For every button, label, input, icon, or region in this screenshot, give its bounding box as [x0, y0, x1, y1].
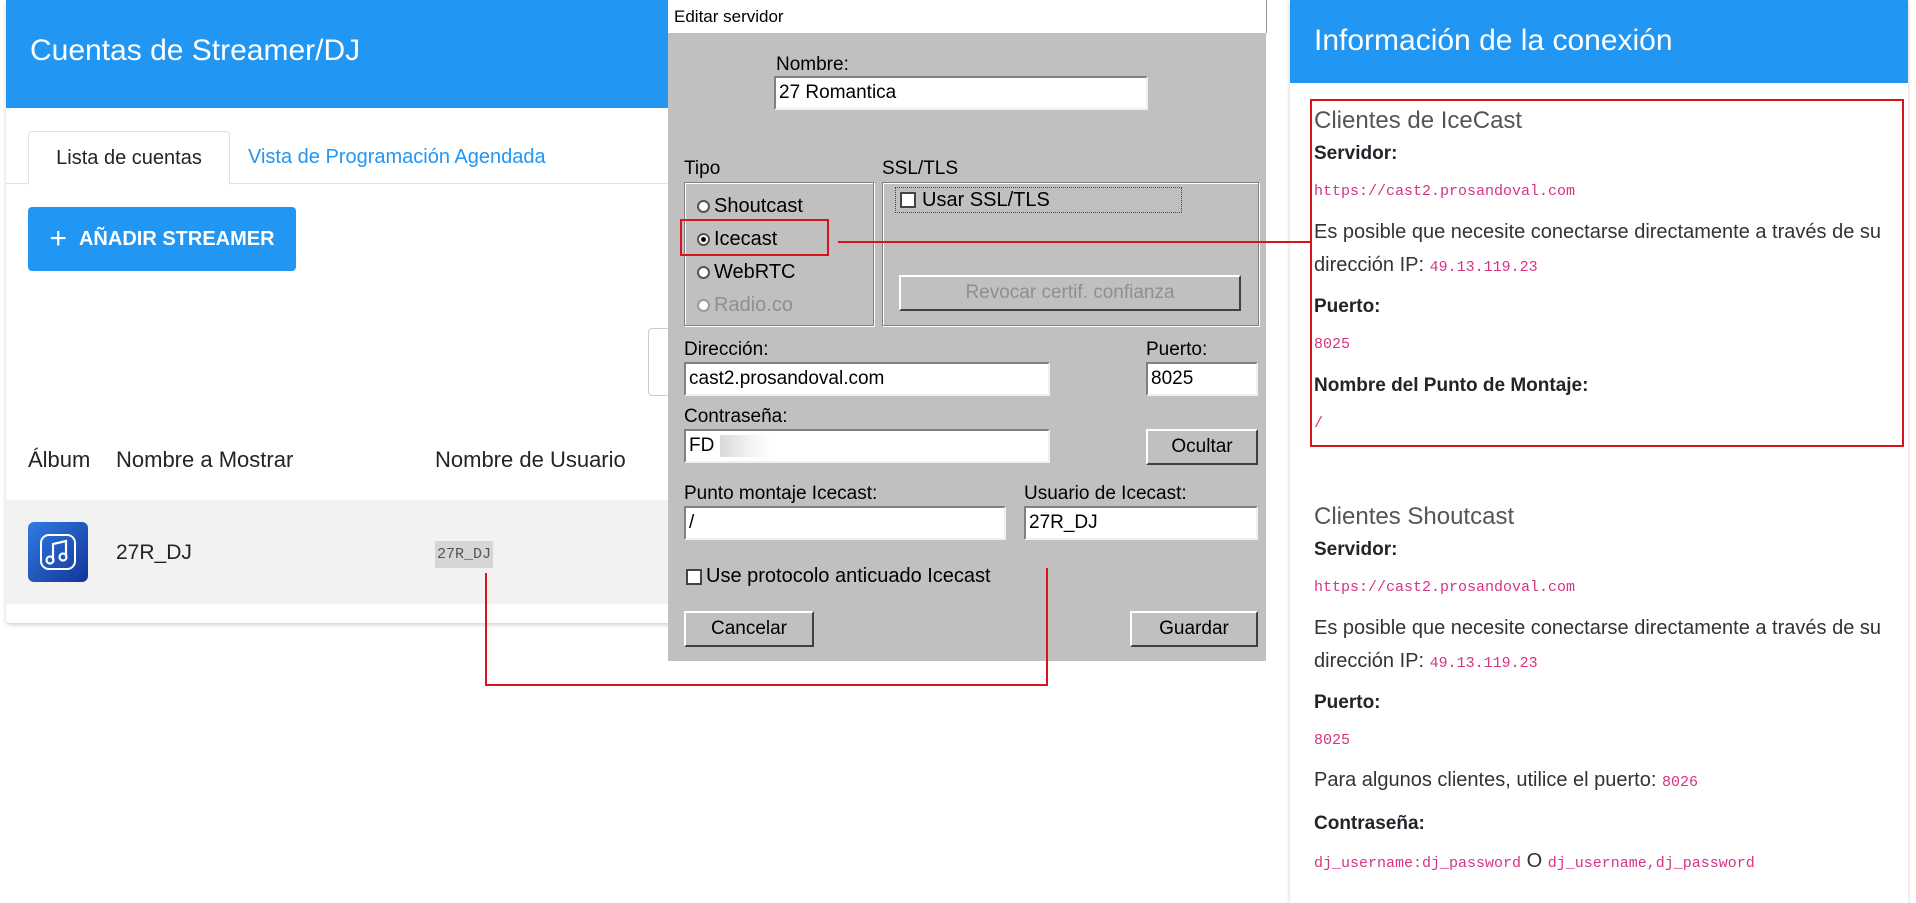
tab-scheduled-view[interactable]: Vista de Programación Agendada	[248, 131, 546, 183]
ssl-checkbox[interactable]: Usar SSL/TLS	[895, 187, 1182, 213]
shoutcast-server-value: https://cast2.prosandoval.com	[1314, 579, 1576, 596]
legacy-protocol-checkbox[interactable]: Use protocolo anticuado Icecast	[686, 565, 991, 588]
plus-icon: +	[49, 222, 67, 255]
row-username: 27R_DJ	[435, 541, 494, 568]
column-header-album[interactable]: Álbum	[28, 447, 90, 473]
add-streamer-label: AÑADIR STREAMER	[78, 227, 275, 250]
radio-label: Shoutcast	[714, 195, 803, 217]
annotation-box-icecast-radio	[680, 219, 829, 256]
radio-label: Radio.co	[714, 294, 793, 316]
password-blur	[719, 434, 772, 457]
hide-password-button[interactable]: Ocultar	[1146, 429, 1258, 465]
edit-server-dialog: Editar servidor Nombre: 27 Romantica Tip…	[668, 0, 1267, 661]
annotation-line-type	[838, 241, 1310, 243]
column-header-username[interactable]: Nombre de Usuario	[435, 447, 626, 473]
annotation-line-user-left	[485, 573, 487, 685]
alt-port-note: Para algunos clientes, utilice el puerto…	[1314, 764, 1894, 799]
radio-circle-disabled	[697, 299, 710, 312]
shoutcast-password-value: dj_username:dj_password O dj_username,dj…	[1314, 845, 1894, 880]
name-field[interactable]: 27 Romantica	[774, 76, 1148, 110]
panel-header: Información de la conexión	[1290, 0, 1908, 83]
password-value: FD	[689, 435, 715, 456]
password-or: O	[1526, 850, 1543, 872]
shoutcast-heading: Clientes Shoutcast	[1314, 503, 1515, 530]
name-label: Nombre:	[776, 54, 849, 75]
radio-circle	[697, 200, 710, 213]
cancel-label: Cancelar	[710, 618, 788, 639]
ssl-checkbox-label: Usar SSL/TLS	[922, 188, 1050, 211]
column-header-display-name[interactable]: Nombre a Mostrar	[116, 447, 293, 473]
checkbox-box	[686, 568, 702, 585]
ssl-label: SSL/TLS	[882, 158, 959, 179]
checkbox-box	[900, 192, 916, 208]
save-label: Guardar	[1159, 618, 1229, 639]
radio-radioco: Radio.co	[697, 294, 793, 317]
ssl-group: Usar SSL/TLS Revocar certif. confianza	[882, 182, 1259, 326]
port-field[interactable]: 8025	[1146, 362, 1258, 396]
address-label: Dirección:	[684, 339, 769, 360]
password-field[interactable]: FD	[684, 429, 1050, 463]
mount-label: Punto montaje Icecast:	[684, 483, 878, 504]
alt-port-text: Para algunos clientes, utilice el puerto…	[1314, 769, 1657, 791]
password-format-2: dj_username,dj_password	[1547, 855, 1755, 872]
icecast-user-field[interactable]: 27R_DJ	[1024, 506, 1258, 540]
annotation-line-user-right	[1046, 568, 1048, 686]
password-label: Contraseña:	[684, 406, 788, 427]
password-format-1: dj_username:dj_password	[1314, 855, 1522, 872]
shoutcast-password-label: Contraseña:	[1314, 813, 1425, 834]
type-label: Tipo	[684, 158, 721, 179]
ip-note-text: Es posible que necesite conectarse direc…	[1314, 617, 1881, 672]
annotation-line-user-bottom	[485, 684, 1048, 686]
shoutcast-port-value: 8025	[1314, 732, 1351, 749]
add-streamer-button[interactable]: + AÑADIR STREAMER	[28, 207, 296, 271]
radio-shoutcast[interactable]: Shoutcast	[697, 195, 803, 218]
tab-account-list[interactable]: Lista de cuentas	[28, 131, 230, 185]
row-display-name: 27R_DJ	[116, 541, 192, 564]
revoke-trust-button[interactable]: Revocar certif. confianza	[899, 275, 1241, 311]
album-art	[28, 522, 88, 582]
address-field[interactable]: cast2.prosandoval.com	[684, 362, 1050, 396]
shoutcast-port-label: Puerto:	[1314, 692, 1381, 713]
save-button[interactable]: Guardar	[1130, 611, 1258, 647]
cancel-button[interactable]: Cancelar	[684, 611, 814, 647]
ip-value: 49.13.119.23	[1429, 655, 1538, 672]
music-note-icon	[40, 534, 76, 570]
legacy-checkbox-label: Use protocolo anticuado Icecast	[706, 565, 991, 587]
port-label: Puerto:	[1146, 339, 1208, 360]
radio-circle	[697, 266, 710, 279]
radio-label: WebRTC	[714, 261, 796, 283]
shoutcast-server-label: Servidor:	[1314, 539, 1398, 560]
panel-title: Información de la conexión	[1314, 24, 1673, 57]
page-title: Cuentas de Streamer/DJ	[30, 34, 361, 67]
mount-field[interactable]: /	[684, 506, 1006, 540]
alt-port-value: 8026	[1661, 774, 1698, 791]
shoutcast-ip-note: Es posible que necesite conectarse direc…	[1314, 612, 1894, 680]
dialog-title: Editar servidor	[674, 7, 784, 26]
radio-webrtc[interactable]: WebRTC	[697, 261, 796, 284]
annotation-box-icecast-info	[1310, 99, 1904, 447]
icecast-user-label: Usuario de Icecast:	[1024, 483, 1187, 504]
dialog-titlebar: Editar servidor	[668, 0, 1267, 33]
